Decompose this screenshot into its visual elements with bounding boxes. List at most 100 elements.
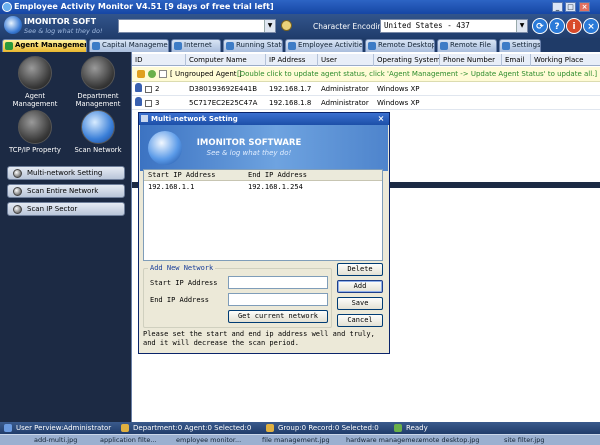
help-icon[interactable]: ? — [549, 18, 565, 34]
department-icon — [121, 424, 129, 432]
encoding-select[interactable]: United States - 437 ▼ — [380, 19, 528, 33]
agent-management-icon — [18, 56, 52, 90]
agent-icon — [5, 42, 13, 50]
checkbox-icon[interactable] — [159, 70, 167, 78]
sidebar-item-agent-management[interactable]: Agent Management — [5, 56, 65, 108]
globe-icon — [148, 131, 182, 165]
table-row[interactable]: 3 5C717EC2E25C47A 192.168.1.8 Administra… — [132, 97, 600, 110]
close-window-icon[interactable]: × — [579, 2, 590, 12]
bullet-icon — [13, 187, 22, 196]
scan-ip-sector-button[interactable]: Scan IP Sector — [7, 202, 125, 216]
sidebar-item-scan-network[interactable]: Scan Network — [68, 110, 128, 154]
chevron-down-icon[interactable]: ▼ — [516, 20, 527, 32]
minimize-icon[interactable]: _ — [552, 2, 563, 12]
user-icon — [135, 83, 142, 92]
status-department: Department:0 Agent:0 Selected:0 — [133, 424, 252, 432]
column-header[interactable]: End IP Address — [248, 170, 307, 181]
column-header[interactable]: User — [318, 54, 374, 66]
taskbar-item[interactable]: hardware manageme... — [346, 435, 422, 445]
tcpip-property-icon — [18, 110, 52, 144]
encoding-value: United States - 437 — [384, 21, 470, 30]
column-header[interactable]: Phone Number — [440, 54, 502, 66]
column-header[interactable]: Operating System — [374, 54, 440, 66]
list-item[interactable]: 192.168.1.1 192.168.1.254 — [144, 182, 382, 193]
taskbar-item[interactable]: employee monitor... — [176, 435, 241, 445]
taskbar-item[interactable]: remote desktop.jpg — [416, 435, 480, 445]
bullet-icon — [13, 205, 22, 214]
tab-remote-desktop[interactable]: Remote Desktop — [365, 39, 435, 52]
table-header: ID Computer Name IP Address User Operati… — [132, 54, 600, 66]
app-icon — [2, 2, 12, 12]
taskbar-item[interactable]: application filte... — [100, 435, 157, 445]
refresh-icon[interactable] — [148, 70, 156, 78]
network-list[interactable]: Start IP Address End IP Address 192.168.… — [143, 169, 383, 261]
checkbox-icon[interactable] — [145, 86, 152, 93]
column-header[interactable]: Start IP Address — [148, 170, 215, 181]
user-icon — [4, 424, 12, 432]
bullet-icon — [13, 169, 22, 178]
dialog-titlebar: Multi-network Setting × — [139, 113, 389, 125]
cell-user: Administrator — [321, 99, 369, 107]
brand-slogan: See & log what they do! — [24, 27, 103, 35]
cell-id: 2 — [155, 85, 160, 93]
logo-icon — [4, 16, 22, 34]
search-icon[interactable] — [281, 20, 292, 31]
tab-settings[interactable]: Settings — [499, 39, 541, 52]
taskbar-item[interactable]: add-multi.jpg — [34, 435, 77, 445]
sidebar-item-department-management[interactable]: Department Management — [68, 56, 128, 108]
taskbar: add-multi.jpg application filte... emplo… — [0, 434, 600, 445]
info-icon[interactable]: i — [566, 18, 582, 34]
group-row[interactable]: [ Ungrouped Agent ] [Double click to upd… — [132, 67, 600, 82]
sidebar-item-tcpip-property[interactable]: TCP/IP Property — [5, 110, 65, 154]
tab-running-status[interactable]: Running Status — [223, 39, 283, 52]
get-current-network-button[interactable]: Get current network — [228, 310, 328, 323]
add-button[interactable]: Add — [337, 280, 383, 293]
tab-agent-management[interactable]: Agent Management — [2, 39, 87, 52]
window-title: Employee Activity Monitor V4.51 [9 days … — [14, 2, 274, 11]
tab-internet[interactable]: Internet — [171, 39, 221, 52]
column-header[interactable]: ID — [132, 54, 186, 66]
address-combo[interactable]: ▼ — [118, 19, 276, 33]
save-button[interactable]: Save — [337, 297, 383, 310]
end-ip-label: End IP Address — [150, 296, 210, 304]
close-icon[interactable]: × — [376, 114, 386, 124]
cancel-button[interactable]: Cancel — [337, 314, 383, 327]
end-ip-input[interactable] — [228, 293, 328, 306]
column-header[interactable]: Working Place — [531, 54, 600, 66]
activities-icon — [288, 42, 296, 50]
group-label: Add New Network — [148, 264, 216, 272]
taskbar-item[interactable]: file management.jpg — [262, 435, 330, 445]
status-user: User Perview:Administrator — [16, 424, 112, 432]
chevron-down-icon[interactable]: ▼ — [264, 20, 275, 32]
status-bar: User Perview:Administrator Department:0 … — [0, 422, 600, 434]
scan-entire-network-button[interactable]: Scan Entire Network — [7, 184, 125, 198]
ready-icon — [394, 424, 402, 432]
status-ready: Ready — [406, 424, 428, 432]
tab-capital-management[interactable]: Capital Management — [89, 39, 169, 52]
window-titlebar: Employee Activity Monitor V4.51 [9 days … — [0, 0, 600, 14]
close-icon[interactable]: × — [583, 18, 599, 34]
multi-network-setting-button[interactable]: Multi-network Setting — [7, 166, 125, 180]
tab-remote-file[interactable]: Remote File — [437, 39, 497, 52]
main-tabs: Agent Management Capital Management Inte… — [0, 38, 600, 52]
column-header[interactable]: IP Address — [266, 54, 318, 66]
sidebar: Agent Management Department Management T… — [0, 52, 131, 422]
refresh-icon[interactable]: ⟳ — [532, 18, 548, 34]
column-header[interactable]: Email — [502, 54, 531, 66]
dialog-banner: IMONITOR SOFTWARE See & log what they do… — [140, 125, 388, 171]
maximize-icon[interactable]: □ — [565, 2, 576, 12]
tab-employee-activities[interactable]: Employee Activities — [285, 39, 363, 52]
delete-button[interactable]: Delete — [337, 263, 383, 276]
column-header[interactable]: Computer Name — [186, 54, 266, 66]
user-icon — [135, 97, 142, 106]
cell-ip: 192.168.1.8 — [269, 99, 312, 107]
desktop-icon — [368, 42, 376, 50]
taskbar-item[interactable]: site filter.jpg — [504, 435, 544, 445]
start-ip-input[interactable] — [228, 276, 328, 289]
checkbox-icon[interactable] — [145, 100, 152, 107]
group-icon — [137, 70, 145, 78]
group-name: [ Ungrouped Agent ] — [170, 70, 242, 78]
cell-id: 3 — [155, 99, 160, 107]
table-row[interactable]: 2 D380193692E441B 192.168.1.7 Administra… — [132, 83, 600, 96]
brand-name: IMONITOR SOFT — [24, 17, 97, 26]
